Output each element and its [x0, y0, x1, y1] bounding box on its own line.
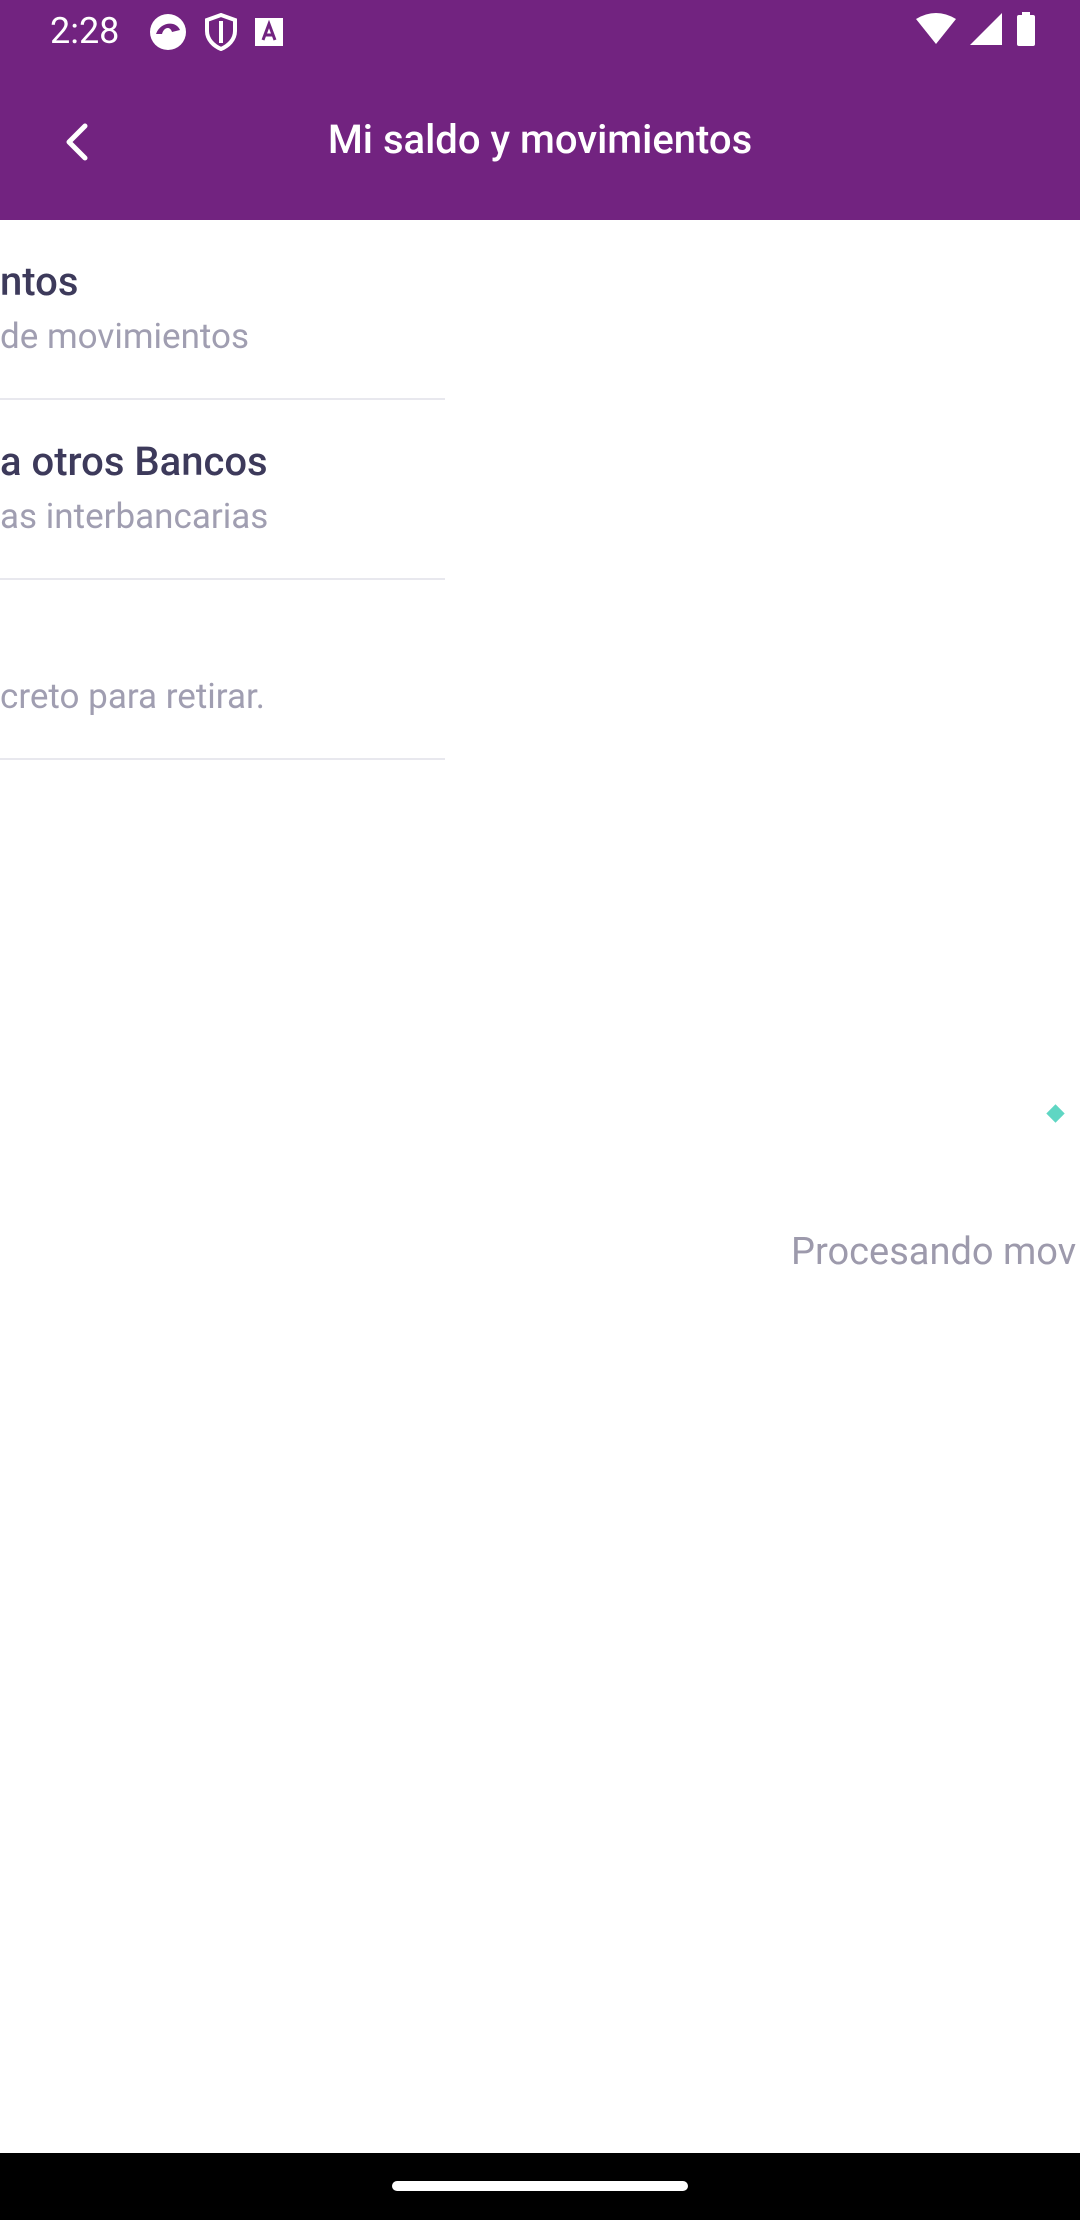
status-right-icons — [916, 12, 1036, 46]
shield-icon — [205, 13, 237, 51]
navigation-bar — [0, 2153, 1080, 2220]
status-time: 2:28 — [50, 10, 120, 52]
status-left-icons — [148, 12, 284, 52]
list-item-subtitle: de movimientos — [0, 316, 250, 357]
list-item-otros-bancos[interactable]: a otros Bancos as interbancarias — [0, 400, 445, 580]
status-bar: 2:28 — [0, 0, 1080, 64]
page-title: Mi saldo y movimientos — [327, 116, 753, 163]
loading-indicator — [1046, 1104, 1065, 1123]
app-bar: Mi saldo y movimientos — [0, 64, 1080, 220]
home-indicator[interactable] — [392, 2181, 688, 2191]
list-item-subtitle: creto para retirar. — [0, 676, 266, 717]
signal-icon — [970, 13, 1002, 45]
text-a-icon — [255, 18, 283, 46]
app-notification-icon — [150, 14, 186, 50]
list-item-movimientos[interactable]: ntos de movimientos — [0, 220, 445, 400]
options-list: ntos de movimientos a otros Bancos as in… — [0, 220, 445, 760]
list-item-title: ntos — [0, 258, 79, 305]
battery-icon — [1017, 12, 1035, 46]
list-item-subtitle: as interbancarias — [0, 496, 269, 537]
list-item-title: a otros Bancos — [0, 438, 268, 485]
processing-text: Procesando mov — [791, 1230, 1077, 1274]
list-item-retirar[interactable]: creto para retirar. — [0, 580, 445, 760]
wifi-icon — [916, 13, 956, 44]
